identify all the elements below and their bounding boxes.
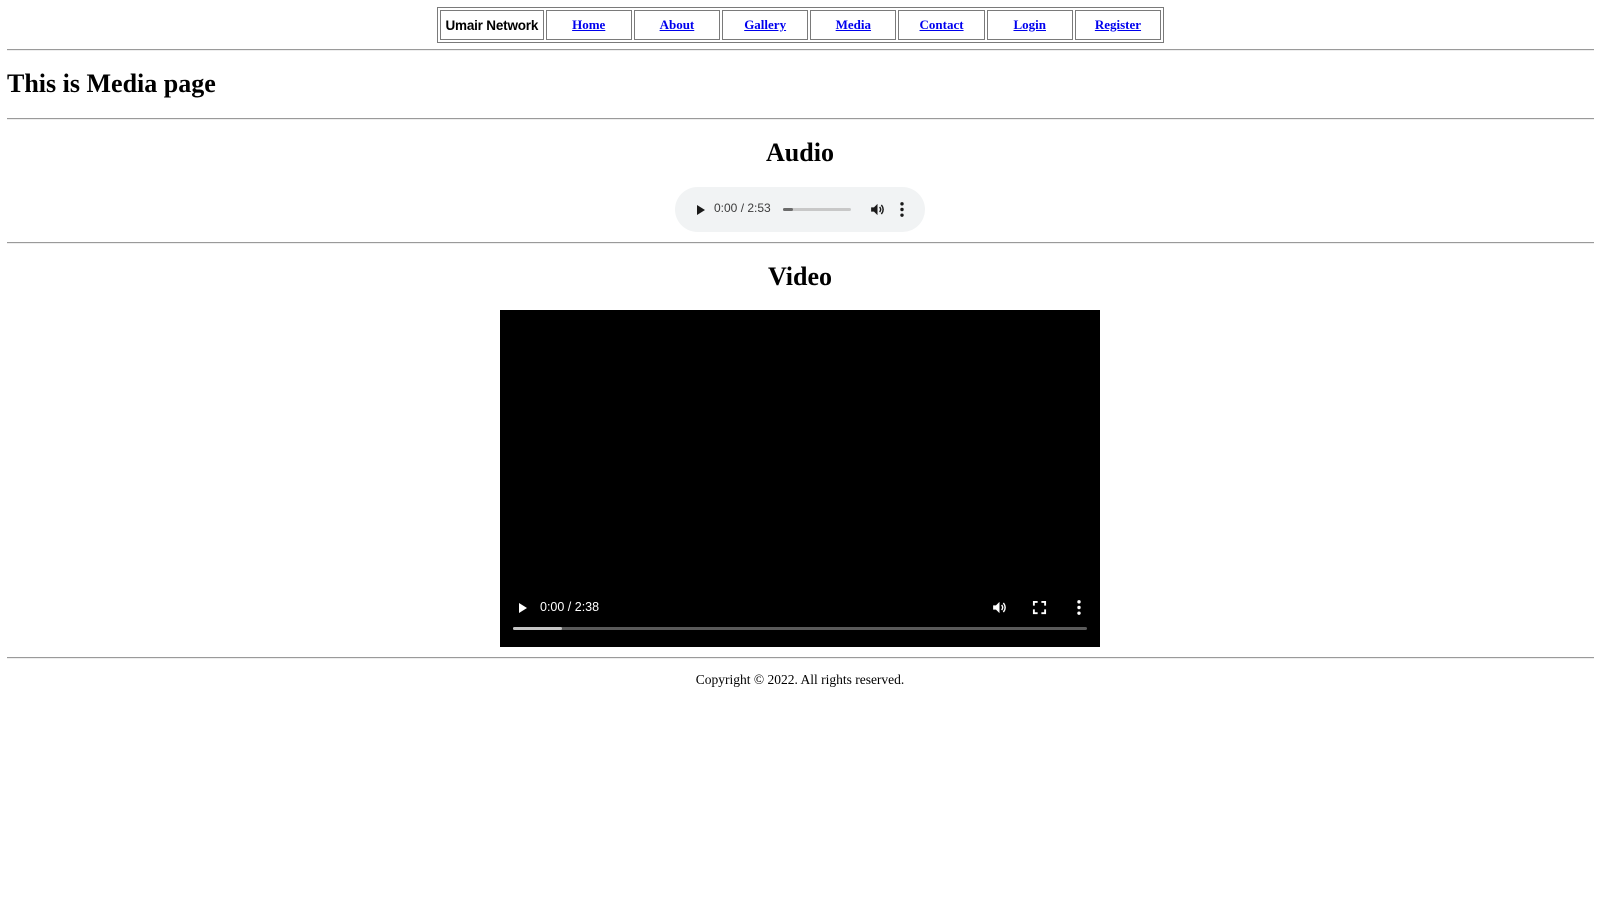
audio-seek-bar[interactable] <box>783 208 851 211</box>
video-seek-bar[interactable] <box>513 627 1087 630</box>
divider-audio <box>7 242 1594 244</box>
fullscreen-icon[interactable] <box>1032 600 1047 615</box>
video-player[interactable]: 0:00 / 2:38 <box>500 310 1100 647</box>
divider-top <box>7 49 1594 51</box>
volume-icon[interactable] <box>991 599 1008 616</box>
nav-link-gallery[interactable]: Gallery <box>744 17 786 33</box>
footer-copyright: Copyright © 2022. All rights reserved. <box>695 672 905 687</box>
video-time: 0:00 / 2:38 <box>540 600 600 614</box>
audio-progress-fill <box>783 208 794 211</box>
nav-table: Umair Network Home About Gallery Media C… <box>437 7 1164 43</box>
play-icon[interactable] <box>514 600 530 616</box>
nav-cell-gallery: Gallery <box>722 10 809 40</box>
nav-link-home[interactable]: Home <box>572 17 605 33</box>
volume-icon[interactable] <box>869 201 886 218</box>
nav-link-login[interactable]: Login <box>1013 17 1046 33</box>
video-heading: Video <box>767 262 833 291</box>
audio-heading: Audio <box>766 138 834 167</box>
audio-player[interactable]: 0:00 / 2:53 <box>675 187 925 232</box>
nav-link-about[interactable]: About <box>660 17 695 33</box>
divider-video <box>7 657 1594 659</box>
nav-cell-contact: Contact <box>898 10 985 40</box>
play-icon[interactable] <box>692 202 708 218</box>
nav-link-media[interactable]: Media <box>836 17 871 33</box>
nav-link-register[interactable]: Register <box>1095 17 1141 33</box>
nav-cell-home: Home <box>545 10 632 40</box>
brand-cell: Umair Network <box>440 10 544 40</box>
more-vertical-icon[interactable] <box>899 201 905 218</box>
nav-cell-about: About <box>633 10 721 40</box>
audio-time: 0:00 / 2:53 <box>714 201 771 215</box>
nav-cell-register: Register <box>1074 10 1162 40</box>
nav-link-contact[interactable]: Contact <box>920 17 964 33</box>
brand-name: Umair Network <box>445 17 539 33</box>
video-progress-fill <box>513 627 562 630</box>
divider-title <box>7 118 1594 120</box>
nav-cell-media: Media <box>810 10 897 40</box>
nav-cell-login: Login <box>986 10 1073 40</box>
page-title: This is Media page <box>7 69 216 98</box>
more-vertical-icon[interactable] <box>1076 599 1082 616</box>
